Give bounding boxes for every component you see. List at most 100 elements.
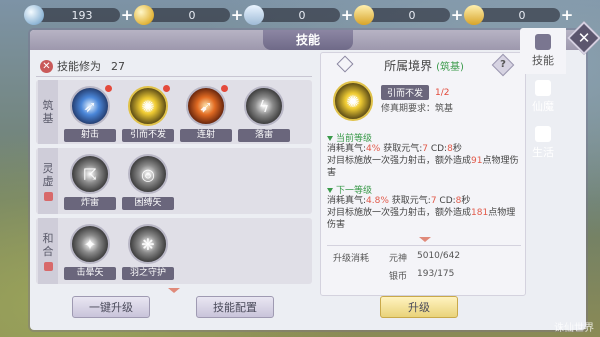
upgrade-button[interactable]: 升级 <box>380 296 458 318</box>
skill-yinerbufa[interactable]: ✺ 引而不发 <box>122 85 174 142</box>
triangle-icon <box>327 188 333 193</box>
skill-name: 引而不发 <box>122 129 174 142</box>
currency-value: 0 <box>518 8 526 22</box>
skill-kunfushi[interactable]: ◎ 困缚矢 <box>122 154 174 210</box>
realm-label: 筑基 <box>38 80 58 144</box>
skill-zhalei[interactable]: ☈ 炸雷 <box>64 154 116 210</box>
realm-zhuji: 筑基 ➶ 射击 ✺ 引而不发 ➹ 连射 ϟ 落雷 <box>36 80 312 144</box>
thunder-icon: ☈ <box>70 154 110 194</box>
stat-text: 获取元气: <box>380 144 423 154</box>
stat-text: 消耗真气: <box>327 196 367 206</box>
skill-panel: 技能 ✕ ✕ 技能修为 27 筑基 ➶ 射击 ✺ 引而不发 ➹ 连射 ϟ 落雷 … <box>30 21 600 330</box>
window-title: 技能 <box>263 30 353 50</box>
cost-yuanshen-label: 元神 <box>389 254 408 264</box>
stat-text: 对目标施放一次强力射击，额外造成 <box>327 208 472 218</box>
book-icon <box>535 34 551 50</box>
one-key-upgrade-button[interactable]: 一键升级 <box>72 296 150 318</box>
demon-icon <box>535 80 551 96</box>
lightning-icon: ϟ <box>244 86 284 126</box>
tab-label: 生活 <box>532 146 554 159</box>
skill-mastery: ✕ 技能修为 27 <box>40 57 125 75</box>
blue-arrow-icon: ➶ <box>70 86 110 126</box>
silver-coin-icon <box>24 5 44 25</box>
notification-dot <box>105 85 112 92</box>
skill-detail: 所属境界 (筑基) ? ✺ 引而不发 1/2 修真期要求：筑基 当前等级 消耗真… <box>320 52 526 296</box>
skill-name: 连射 <box>180 129 232 142</box>
divider <box>327 245 521 246</box>
currency-value: 0 <box>408 8 416 22</box>
currency-gold-coin: 0 + <box>134 4 244 26</box>
stat-text: CD: <box>427 144 448 154</box>
gold-ingot-icon <box>354 5 374 25</box>
realm-lingxu: 灵虚 ☈ 炸雷 ◎ 困缚矢 <box>36 148 312 214</box>
stat-value: 4% <box>366 144 381 154</box>
stat-text: 获取元气: <box>388 196 431 206</box>
silver-ingot-icon <box>244 5 264 25</box>
currency-value: 0 <box>188 8 196 22</box>
currency-gold-ingot-2: 0 + <box>464 4 574 26</box>
cost-yuanshen-value: 5010/642 <box>417 251 461 261</box>
watermark: 诛仙世界 <box>554 323 594 334</box>
skill-lianshe[interactable]: ➹ 连射 <box>180 85 232 142</box>
cost-silver-value: 193/175 <box>417 269 455 279</box>
add-currency-button[interactable]: + <box>450 8 464 23</box>
skill-name: 击晕矢 <box>64 267 116 280</box>
notification-dot <box>221 85 228 92</box>
skill-config-button[interactable]: 技能配置 <box>196 296 274 318</box>
skill-jiyunshi[interactable]: ✦ 击晕矢 <box>64 224 116 280</box>
stun-arrow-icon: ✦ <box>70 224 110 264</box>
skill-list: ✕ 技能修为 27 筑基 ➶ 射击 ✺ 引而不发 ➹ 连射 ϟ 落雷 灵 虚 ☈… <box>36 54 312 294</box>
tab-life[interactable]: 生活 <box>520 120 566 166</box>
red-arrows-icon: ➹ <box>186 86 226 126</box>
help-icon: ? <box>500 59 506 70</box>
tab-label: 技能 <box>532 54 554 67</box>
skill-luolei[interactable]: ϟ 落雷 <box>238 86 290 142</box>
detail-header-realm: (筑基) <box>436 61 464 73</box>
detail-skill-level: 1/2 <box>435 87 450 98</box>
bowl-icon <box>535 126 551 142</box>
add-currency-button[interactable]: + <box>340 8 354 23</box>
stat-text: 消耗真气: <box>327 144 367 154</box>
add-currency-button[interactable]: + <box>560 8 574 23</box>
stat-text: 秒 <box>452 144 462 154</box>
tab-xianmo[interactable]: 仙魔 <box>520 74 566 120</box>
skill-name: 落雷 <box>238 129 290 142</box>
skill-name-row: 引而不发 1/2 <box>381 85 450 100</box>
add-currency-button[interactable]: + <box>230 8 244 23</box>
currency-value: 0 <box>298 8 306 22</box>
skill-name: 困缚矢 <box>122 197 174 210</box>
mastery-value: 27 <box>111 59 125 73</box>
currency-silver-coin: 193 + <box>24 4 134 26</box>
skill-sheji[interactable]: ➶ 射击 <box>64 85 116 142</box>
stat-text: 秒 <box>461 196 471 206</box>
side-tabs: 技能 仙魔 生活 <box>520 28 566 166</box>
stat-text: CD: <box>436 196 456 206</box>
triangle-icon <box>327 136 333 141</box>
upgrade-cost-label: 升级消耗 <box>333 254 370 264</box>
lock-icon <box>43 191 53 201</box>
currency-bar: 193 + 0 + 0 + 0 + 0 + <box>0 0 600 30</box>
cost-silver-label: 银币 <box>389 272 408 282</box>
scroll-down-icon[interactable] <box>419 237 431 242</box>
realm-label: 灵虚 <box>38 148 58 214</box>
divider <box>36 76 312 77</box>
gold-ingot-2-icon <box>464 5 484 25</box>
tab-skill[interactable]: 技能 <box>520 28 566 74</box>
title-bar: 技能 <box>30 30 586 50</box>
mastery-label: 技能修为 <box>57 60 101 73</box>
currency-gold-ingot: 0 + <box>354 4 464 26</box>
realm-name: 筑基 <box>42 99 54 125</box>
add-currency-button[interactable]: + <box>120 8 134 23</box>
skill-yuzhishouhu[interactable]: ❋ 羽之守护 <box>122 224 174 280</box>
scroll-down-icon[interactable] <box>168 288 180 293</box>
current-level-stats: 消耗真气:4% 获取元气:7 CD:8秒 对目标施放一次强力射击，额外造成91点… <box>327 143 523 179</box>
realm-label: 和合 <box>38 218 58 284</box>
realm-requirement: 修真期要求：筑基 <box>381 104 454 114</box>
next-level-stats: 消耗真气:4.8% 获取元气:7 CD:8秒 对目标施放一次强力射击，额外造成1… <box>327 195 523 231</box>
skill-name: 射击 <box>64 129 116 142</box>
stat-value: 91 <box>471 156 483 166</box>
tab-label: 仙魔 <box>532 100 554 113</box>
detail-skill-name: 引而不发 <box>381 85 430 100</box>
stat-value: 4.8% <box>366 196 389 206</box>
currency-silver-ingot: 0 + <box>244 4 354 26</box>
